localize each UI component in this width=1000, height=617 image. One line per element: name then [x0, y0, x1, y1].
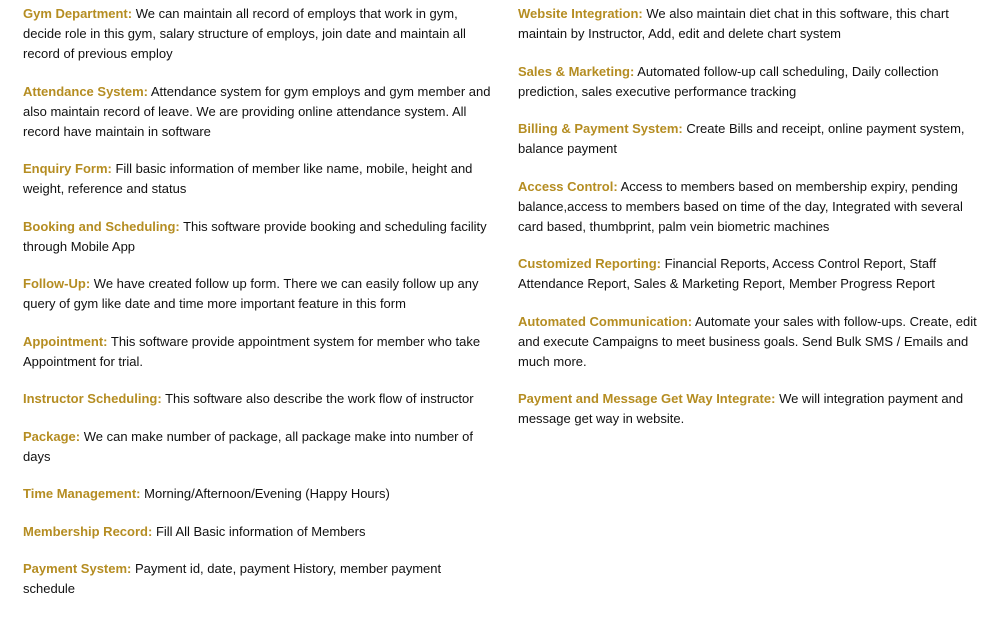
- features-left-column: Gym Department: We can maintain all reco…: [23, 4, 495, 617]
- feature-description: This software also describe the work flo…: [165, 391, 474, 406]
- feature-label: Automated Communication:: [518, 313, 693, 329]
- feature-item: Billing & Payment System: Create Bills a…: [518, 119, 980, 159]
- feature-label: Payment and Message Get Way Integrate:: [518, 391, 776, 406]
- feature-item: Enquiry Form: Fill basic information of …: [23, 159, 495, 199]
- feature-label: Sales & Marketing:: [518, 63, 635, 79]
- feature-item: Attendance System: Attendance system for…: [23, 82, 495, 142]
- feature-item: Access Control: Access to members based …: [518, 177, 980, 237]
- feature-description: Fill All Basic information of Members: [155, 523, 366, 539]
- feature-label: Access Control:: [518, 178, 618, 194]
- feature-item: Gym Department: We can maintain all reco…: [23, 4, 495, 64]
- feature-description: Morning/Afternoon/Evening (Happy Hours): [144, 486, 390, 501]
- feature-label: Package:: [23, 428, 81, 444]
- feature-item: Payment System: Payment id, date, paymen…: [23, 559, 495, 599]
- feature-label: Gym Department:: [23, 6, 133, 21]
- feature-label: Billing & Payment System:: [518, 121, 683, 136]
- feature-label: Payment System:: [23, 561, 132, 576]
- feature-label: Time Management:: [23, 486, 141, 501]
- feature-label: Instructor Scheduling:: [23, 391, 162, 406]
- feature-item: Appointment: This software provide appoi…: [23, 332, 495, 372]
- feature-label: Appointment:: [23, 333, 108, 349]
- feature-item: Website Integration: We also maintain di…: [518, 4, 980, 44]
- feature-item: Automated Communication: Automate your s…: [518, 312, 980, 372]
- feature-label: Membership Record:: [23, 523, 153, 539]
- feature-label: Attendance System:: [23, 83, 148, 99]
- feature-label: Follow-Up:: [23, 276, 91, 291]
- feature-item: Package: We can make number of package, …: [23, 427, 495, 467]
- feature-label: Enquiry Form:: [23, 161, 112, 176]
- feature-item: Membership Record: Fill All Basic inform…: [23, 522, 495, 542]
- features-right-column: Website Integration: We also maintain di…: [518, 4, 980, 617]
- feature-label: Customized Reporting:: [518, 256, 661, 271]
- feature-item: Follow-Up: We have created follow up for…: [23, 274, 495, 314]
- feature-item: Booking and Scheduling: This software pr…: [23, 217, 495, 257]
- feature-item: Instructor Scheduling: This software als…: [23, 389, 495, 409]
- feature-description: We can make number of package, all packa…: [23, 428, 473, 464]
- feature-item: Sales & Marketing: Automated follow-up c…: [518, 62, 980, 102]
- feature-item: Payment and Message Get Way Integrate: W…: [518, 389, 980, 429]
- feature-label: Booking and Scheduling:: [23, 218, 180, 234]
- feature-item: Customized Reporting: Financial Reports,…: [518, 254, 980, 294]
- features-list: Gym Department: We can maintain all reco…: [0, 0, 1000, 617]
- feature-label: Website Integration:: [518, 6, 643, 21]
- feature-item: Time Management: Morning/Afternoon/Eveni…: [23, 484, 495, 504]
- feature-description: We have created follow up form. There we…: [23, 276, 479, 311]
